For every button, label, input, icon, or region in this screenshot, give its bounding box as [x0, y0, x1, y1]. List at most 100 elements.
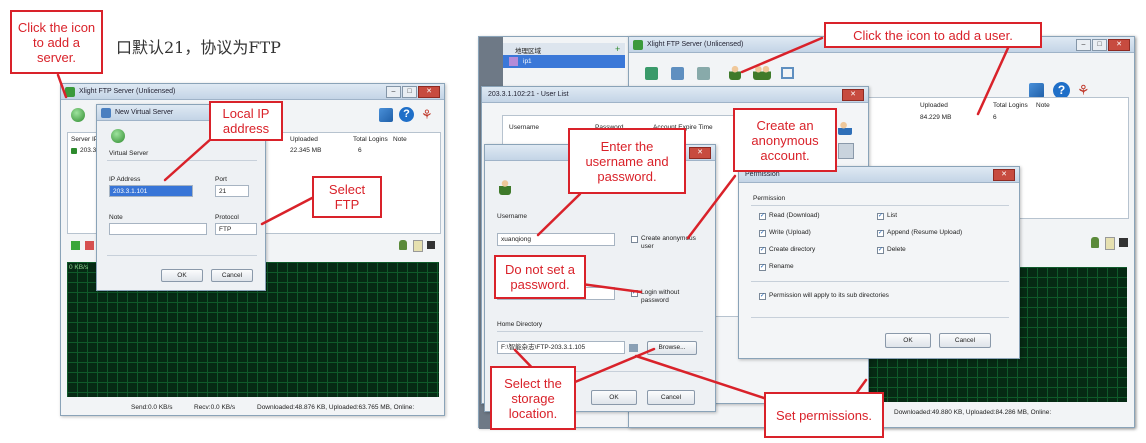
server-green-icon[interactable]: [645, 67, 658, 80]
row-ip: 203.3: [80, 147, 97, 154]
edit-user-icon[interactable]: [838, 121, 852, 135]
read-checkbox[interactable]: [759, 213, 766, 220]
folder-browse-icon[interactable]: [629, 344, 638, 352]
row-uploaded-2: 84.229 MB: [920, 114, 952, 121]
user-icon-2[interactable]: [1091, 237, 1099, 248]
security-icon[interactable]: [379, 108, 393, 122]
create-directory-checkbox[interactable]: [759, 247, 766, 254]
add-server-icon[interactable]: [71, 108, 85, 122]
port-field[interactable]: 21: [215, 185, 249, 197]
tree-add-icon[interactable]: +: [615, 44, 620, 54]
app-icon-2: [633, 40, 643, 50]
col-total-logins-2: Total Logins: [993, 102, 1028, 109]
login-without-password-checkbox[interactable]: [631, 290, 638, 297]
close-button-2[interactable]: ✕: [1108, 39, 1130, 51]
ip-address-select[interactable]: 203.3.1.101: [109, 185, 193, 197]
user-cancel-button[interactable]: Cancel: [647, 390, 695, 405]
home-directory-label: Home Directory: [497, 321, 543, 328]
callout-select-ftp: Select FTP: [312, 176, 382, 218]
close-button[interactable]: ✕: [418, 86, 440, 98]
server-icon: [111, 129, 125, 143]
permission-ok-button[interactable]: OK: [885, 333, 931, 348]
server-settings-icon[interactable]: [671, 67, 684, 80]
minimize-button-2[interactable]: –: [1076, 39, 1091, 51]
minimize-button[interactable]: –: [386, 86, 401, 98]
virtual-server-group: Virtual Server: [109, 150, 149, 157]
permission-close-button[interactable]: ✕: [993, 169, 1015, 181]
callout-add-user: Click the icon to add a user.: [824, 22, 1042, 48]
stop-icon[interactable]: [85, 241, 94, 250]
row-logins-2: 6: [993, 114, 997, 121]
anonymous-checkbox[interactable]: [631, 236, 638, 243]
dialog-icon: [101, 108, 111, 118]
col-uploaded: Uploaded: [290, 136, 318, 143]
status-recv: Recv:0.0 KB/s: [194, 404, 236, 411]
app-icon: [65, 87, 75, 97]
maximize-button[interactable]: □: [402, 86, 417, 98]
create-directory-label: Create directory: [769, 246, 816, 253]
options-icon[interactable]: [697, 67, 710, 80]
note-label: Note: [109, 214, 123, 221]
add-user-icon[interactable]: [729, 65, 741, 80]
note-field[interactable]: [109, 223, 207, 235]
subdir-label: Permission will apply to its sub directo…: [769, 292, 889, 299]
callout-permissions: Set permissions.: [764, 392, 884, 438]
permission-cancel-button[interactable]: Cancel: [939, 333, 991, 348]
dialog-title: New Virtual Server: [115, 109, 174, 116]
left-window-title: Xlight FTP Server (Unlicensed): [79, 88, 176, 95]
callout-anonymous: Create an anonymous account.: [733, 108, 837, 172]
read-label: Read (Download): [769, 212, 820, 219]
delete-label: Delete: [887, 246, 906, 253]
user-avatar-icon: [499, 179, 511, 195]
permission-title: Permission: [745, 171, 780, 178]
status-send: Send:0.0 KB/s: [131, 404, 173, 411]
delete-checkbox[interactable]: [877, 247, 884, 254]
callout-add-server: Click the icon to add a server.: [10, 10, 103, 74]
start-icon[interactable]: [71, 241, 80, 250]
graph-label: 0 KB/s: [69, 264, 89, 271]
cancel-button[interactable]: Cancel: [211, 269, 253, 282]
user-group-icon[interactable]: [753, 65, 771, 80]
user-ok-button[interactable]: OK: [591, 390, 637, 405]
shield-icon: [71, 148, 77, 154]
copy-user-icon[interactable]: [838, 143, 854, 159]
tree-item[interactable]: ip1: [503, 55, 625, 68]
browse-button[interactable]: Browse...: [647, 341, 697, 355]
row-logins: 6: [358, 147, 362, 154]
rename-checkbox[interactable]: [759, 264, 766, 271]
port-label: Port: [215, 176, 227, 183]
window-icon[interactable]: [781, 67, 794, 79]
col-note-2: Note: [1036, 102, 1050, 109]
exit-icon[interactable]: ⚘: [421, 107, 436, 122]
folder-icon: [509, 57, 518, 66]
tree-header: 地理区域 +: [503, 43, 625, 55]
subdir-checkbox[interactable]: [759, 293, 766, 300]
status-downloaded: Downloaded:48.876 KB, Uploaded:63.765 MB…: [257, 404, 415, 411]
write-checkbox[interactable]: [759, 230, 766, 237]
help-icon[interactable]: ?: [399, 107, 414, 122]
maximize-button-2[interactable]: □: [1092, 39, 1107, 51]
list-checkbox[interactable]: [877, 213, 884, 220]
monitor-icon[interactable]: [427, 241, 435, 249]
col-note: Note: [393, 136, 407, 143]
note-icon-2[interactable]: [1105, 237, 1115, 250]
monitor-icon-2[interactable]: [1119, 238, 1128, 247]
username-input[interactable]: xuanqiong: [497, 233, 615, 246]
security-icon-2[interactable]: [1029, 83, 1044, 98]
append-checkbox[interactable]: [877, 230, 884, 237]
user-dialog-close-button[interactable]: ✕: [689, 147, 711, 159]
write-label: Write (Upload): [769, 229, 811, 236]
tree-item-label: ip1: [523, 58, 532, 65]
user-icon[interactable]: [399, 240, 407, 250]
protocol-select[interactable]: FTP: [215, 223, 257, 235]
home-directory-input[interactable]: F:\智能杂志\FTP-203.3.1.105: [497, 341, 625, 354]
anonymous-label: Create anonymous user: [641, 235, 696, 250]
chinese-heading: 口默认21，协议为FTP: [116, 38, 281, 57]
append-label: Append (Resume Upload): [887, 229, 963, 236]
user-list-close-button[interactable]: ✕: [842, 89, 864, 101]
note-icon[interactable]: [413, 240, 423, 252]
ip-label: IP Address: [109, 176, 141, 183]
right-window-title: Xlight FTP Server (Unlicensed): [647, 41, 744, 48]
user-list-title: 203.3.1.102:21 - User List: [488, 91, 569, 98]
ok-button[interactable]: OK: [161, 269, 203, 282]
